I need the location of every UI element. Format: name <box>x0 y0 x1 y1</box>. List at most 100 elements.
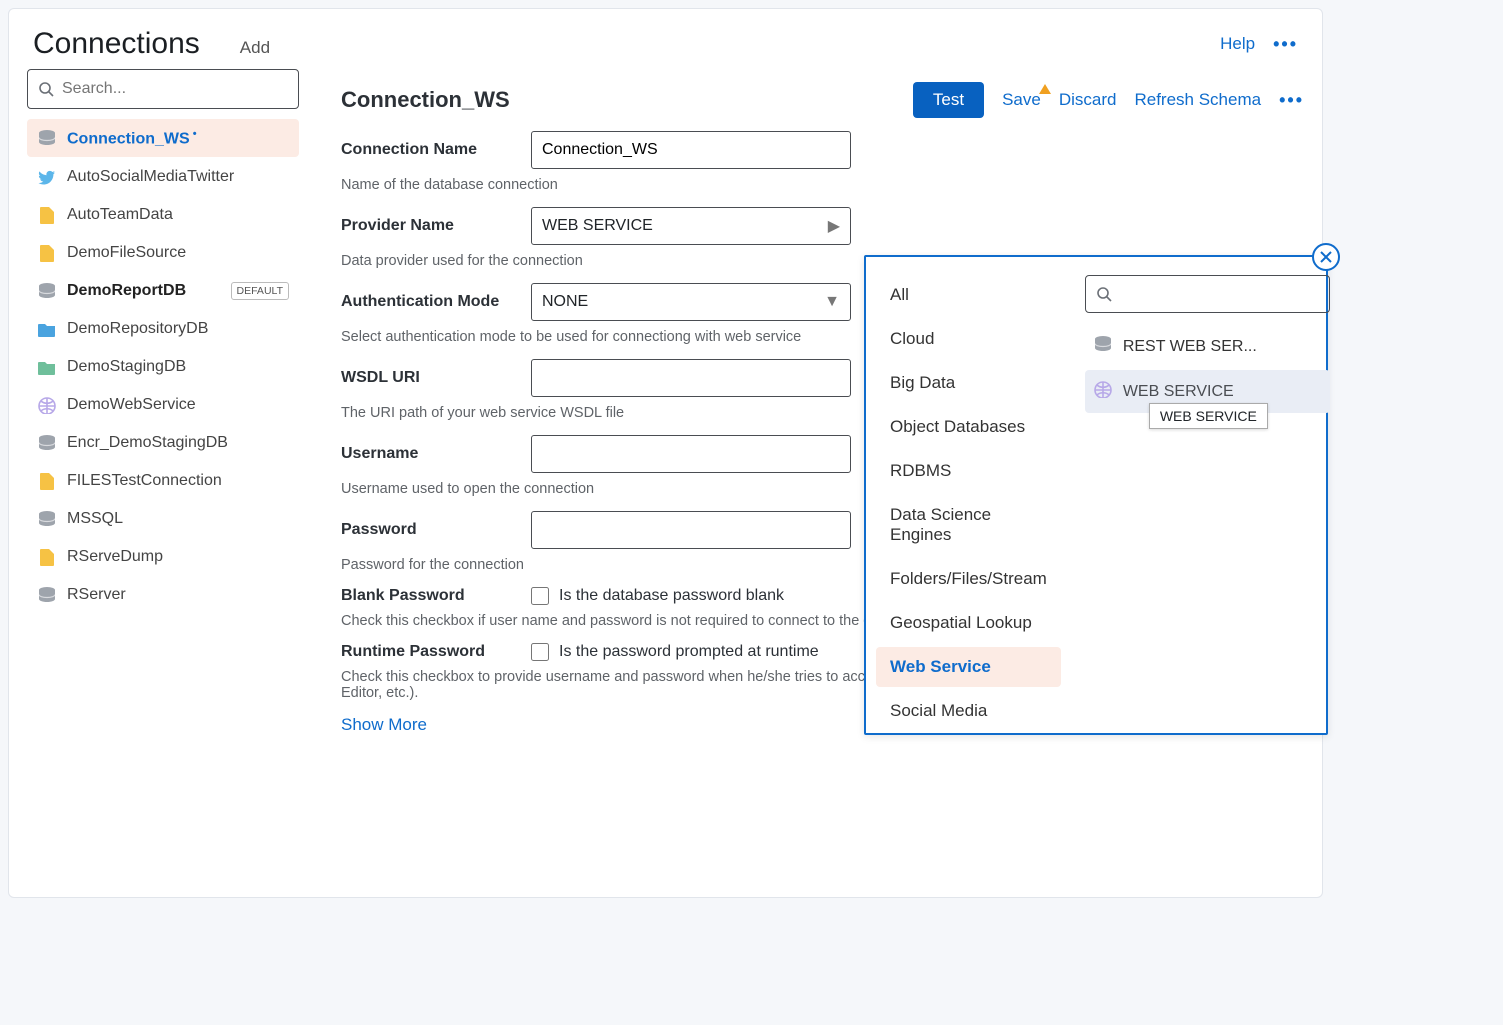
username-label: Username <box>341 445 531 463</box>
connection-title: Connection_WS <box>341 87 510 113</box>
blank-password-label: Blank Password <box>341 587 531 605</box>
refresh-schema-button[interactable]: Refresh Schema <box>1134 90 1261 110</box>
provider-category-cloud[interactable]: Cloud <box>876 319 1061 359</box>
sidebar-item-demofilesource[interactable]: DemoFileSource <box>27 235 299 271</box>
folder-icon <box>37 321 57 338</box>
db-icon <box>1093 335 1113 358</box>
sidebar-item-connection-ws[interactable]: Connection_WS <box>27 119 299 157</box>
sidebar-item-label: AutoSocialMediaTwitter <box>67 168 289 186</box>
provider-name-select[interactable]: WEB SERVICE ▶ <box>531 207 851 245</box>
sidebar-item-label: DemoWebService <box>67 396 289 414</box>
connection-name-input[interactable] <box>531 131 851 169</box>
sidebar-item-label: AutoTeamData <box>67 206 289 224</box>
search-icon <box>38 81 54 97</box>
provider-result-label: WEB SERVICE <box>1123 383 1234 401</box>
sidebar-item-label: DemoReportDB <box>67 282 221 300</box>
twitter-icon <box>37 169 57 186</box>
page-header: Connections Add Help ••• <box>9 9 1322 69</box>
more-menu-icon[interactable]: ••• <box>1273 34 1298 55</box>
db-icon <box>37 130 57 147</box>
db-icon <box>37 435 57 452</box>
file-icon <box>37 473 57 490</box>
runtime-password-label: Runtime Password <box>341 643 531 661</box>
db-icon <box>37 283 57 300</box>
auth-mode-label: Authentication Mode <box>341 293 531 311</box>
sidebar-item-autosocialmediatwitter[interactable]: AutoSocialMediaTwitter <box>27 159 299 195</box>
auth-mode-value: NONE <box>542 293 588 311</box>
provider-category-geospatial-lookup[interactable]: Geospatial Lookup <box>876 603 1061 643</box>
close-icon[interactable] <box>1312 243 1340 271</box>
connection-name-label: Connection Name <box>341 141 531 159</box>
provider-category-rdbms[interactable]: RDBMS <box>876 451 1061 491</box>
foldergear-icon <box>37 359 57 376</box>
provider-name-value: WEB SERVICE <box>542 217 653 235</box>
password-input[interactable] <box>531 511 851 549</box>
chevron-right-icon: ▶ <box>828 216 840 236</box>
sidebar-item-label: RServeDump <box>67 548 289 566</box>
provider-search-wrap[interactable] <box>1085 275 1330 313</box>
provider-result-label: REST WEB SER... <box>1123 338 1257 356</box>
sidebar-item-label: DemoStagingDB <box>67 358 289 376</box>
sidebar-item-mssql[interactable]: MSSQL <box>27 501 299 537</box>
provider-category-social-media[interactable]: Social Media <box>876 691 1061 731</box>
provider-category-data-science-engines[interactable]: Data Science Engines <box>876 495 1061 555</box>
detail-more-icon[interactable]: ••• <box>1279 90 1304 111</box>
globe-icon <box>1093 380 1113 403</box>
provider-category-big-data[interactable]: Big Data <box>876 363 1061 403</box>
wsdl-uri-input[interactable] <box>531 359 851 397</box>
sidebar-item-label: RServer <box>67 586 289 604</box>
provider-category-folders-files-stream[interactable]: Folders/Files/Stream <box>876 559 1061 599</box>
db-icon <box>37 587 57 604</box>
sidebar-item-rservedump[interactable]: RServeDump <box>27 539 299 575</box>
file-icon <box>37 549 57 566</box>
save-button[interactable]: Save <box>1002 90 1041 110</box>
runtime-password-checkbox[interactable] <box>531 643 549 661</box>
search-input-wrap[interactable] <box>27 69 299 109</box>
username-input[interactable] <box>531 435 851 473</box>
blank-password-check-label: Is the database password blank <box>559 587 784 605</box>
provider-result-rest-web-ser-[interactable]: REST WEB SER... <box>1085 325 1330 368</box>
sidebar-item-demoreportdb[interactable]: DemoReportDB DEFAULT <box>27 273 299 309</box>
auth-mode-select[interactable]: NONE ▼ <box>531 283 851 321</box>
db-icon <box>37 511 57 528</box>
connection-name-help: Name of the database connection <box>341 177 1298 193</box>
sidebar-item-encr-demostagingdb[interactable]: Encr_DemoStagingDB <box>27 425 299 461</box>
search-icon <box>1096 286 1112 302</box>
page-title: Connections <box>33 27 200 61</box>
sidebar-item-label: DemoRepositoryDB <box>67 320 289 338</box>
provider-category-web-service[interactable]: Web Service <box>876 647 1061 687</box>
test-button[interactable]: Test <box>913 82 984 118</box>
warning-icon <box>1039 84 1051 94</box>
discard-button[interactable]: Discard <box>1059 90 1117 110</box>
sidebar-item-demowebservice[interactable]: DemoWebService <box>27 387 299 423</box>
provider-category-all[interactable]: All <box>876 275 1061 315</box>
file-icon <box>37 245 57 262</box>
sidebar-item-filestestconnection[interactable]: FILESTestConnection <box>27 463 299 499</box>
file-icon <box>37 207 57 224</box>
sidebar-item-rserver[interactable]: RServer <box>27 577 299 613</box>
connections-sidebar: Connection_WS AutoSocialMediaTwitter AutoT… <box>9 69 311 897</box>
provider-name-label: Provider Name <box>341 217 531 235</box>
sidebar-item-label: Encr_DemoStagingDB <box>67 434 289 452</box>
sidebar-item-demostagingdb[interactable]: DemoStagingDB <box>27 349 299 385</box>
provider-category-object-databases[interactable]: Object Databases <box>876 407 1061 447</box>
sidebar-item-label: FILESTestConnection <box>67 472 289 490</box>
connections-list: Connection_WS AutoSocialMediaTwitter AutoT… <box>27 119 299 613</box>
blank-password-checkbox[interactable] <box>531 587 549 605</box>
password-label: Password <box>341 521 531 539</box>
default-badge: DEFAULT <box>231 282 289 300</box>
help-link[interactable]: Help <box>1220 34 1255 54</box>
runtime-password-check-label: Is the password prompted at runtime <box>559 643 819 661</box>
sidebar-item-autoteamdata[interactable]: AutoTeamData <box>27 197 299 233</box>
sidebar-item-label: Connection_WS <box>67 128 289 148</box>
sidebar-item-label: DemoFileSource <box>67 244 289 262</box>
provider-search-input[interactable] <box>1120 286 1319 303</box>
chevron-down-icon: ▼ <box>824 293 840 311</box>
provider-result-list: REST WEB SER...WEB SERVICEWEB SERVICE <box>1085 325 1330 413</box>
search-input[interactable] <box>62 80 288 98</box>
wsdl-uri-label: WSDL URI <box>341 369 531 387</box>
sidebar-item-label: MSSQL <box>67 510 289 528</box>
globe-icon <box>37 397 57 414</box>
add-button[interactable]: Add <box>240 38 270 58</box>
sidebar-item-demorepositorydb[interactable]: DemoRepositoryDB <box>27 311 299 347</box>
